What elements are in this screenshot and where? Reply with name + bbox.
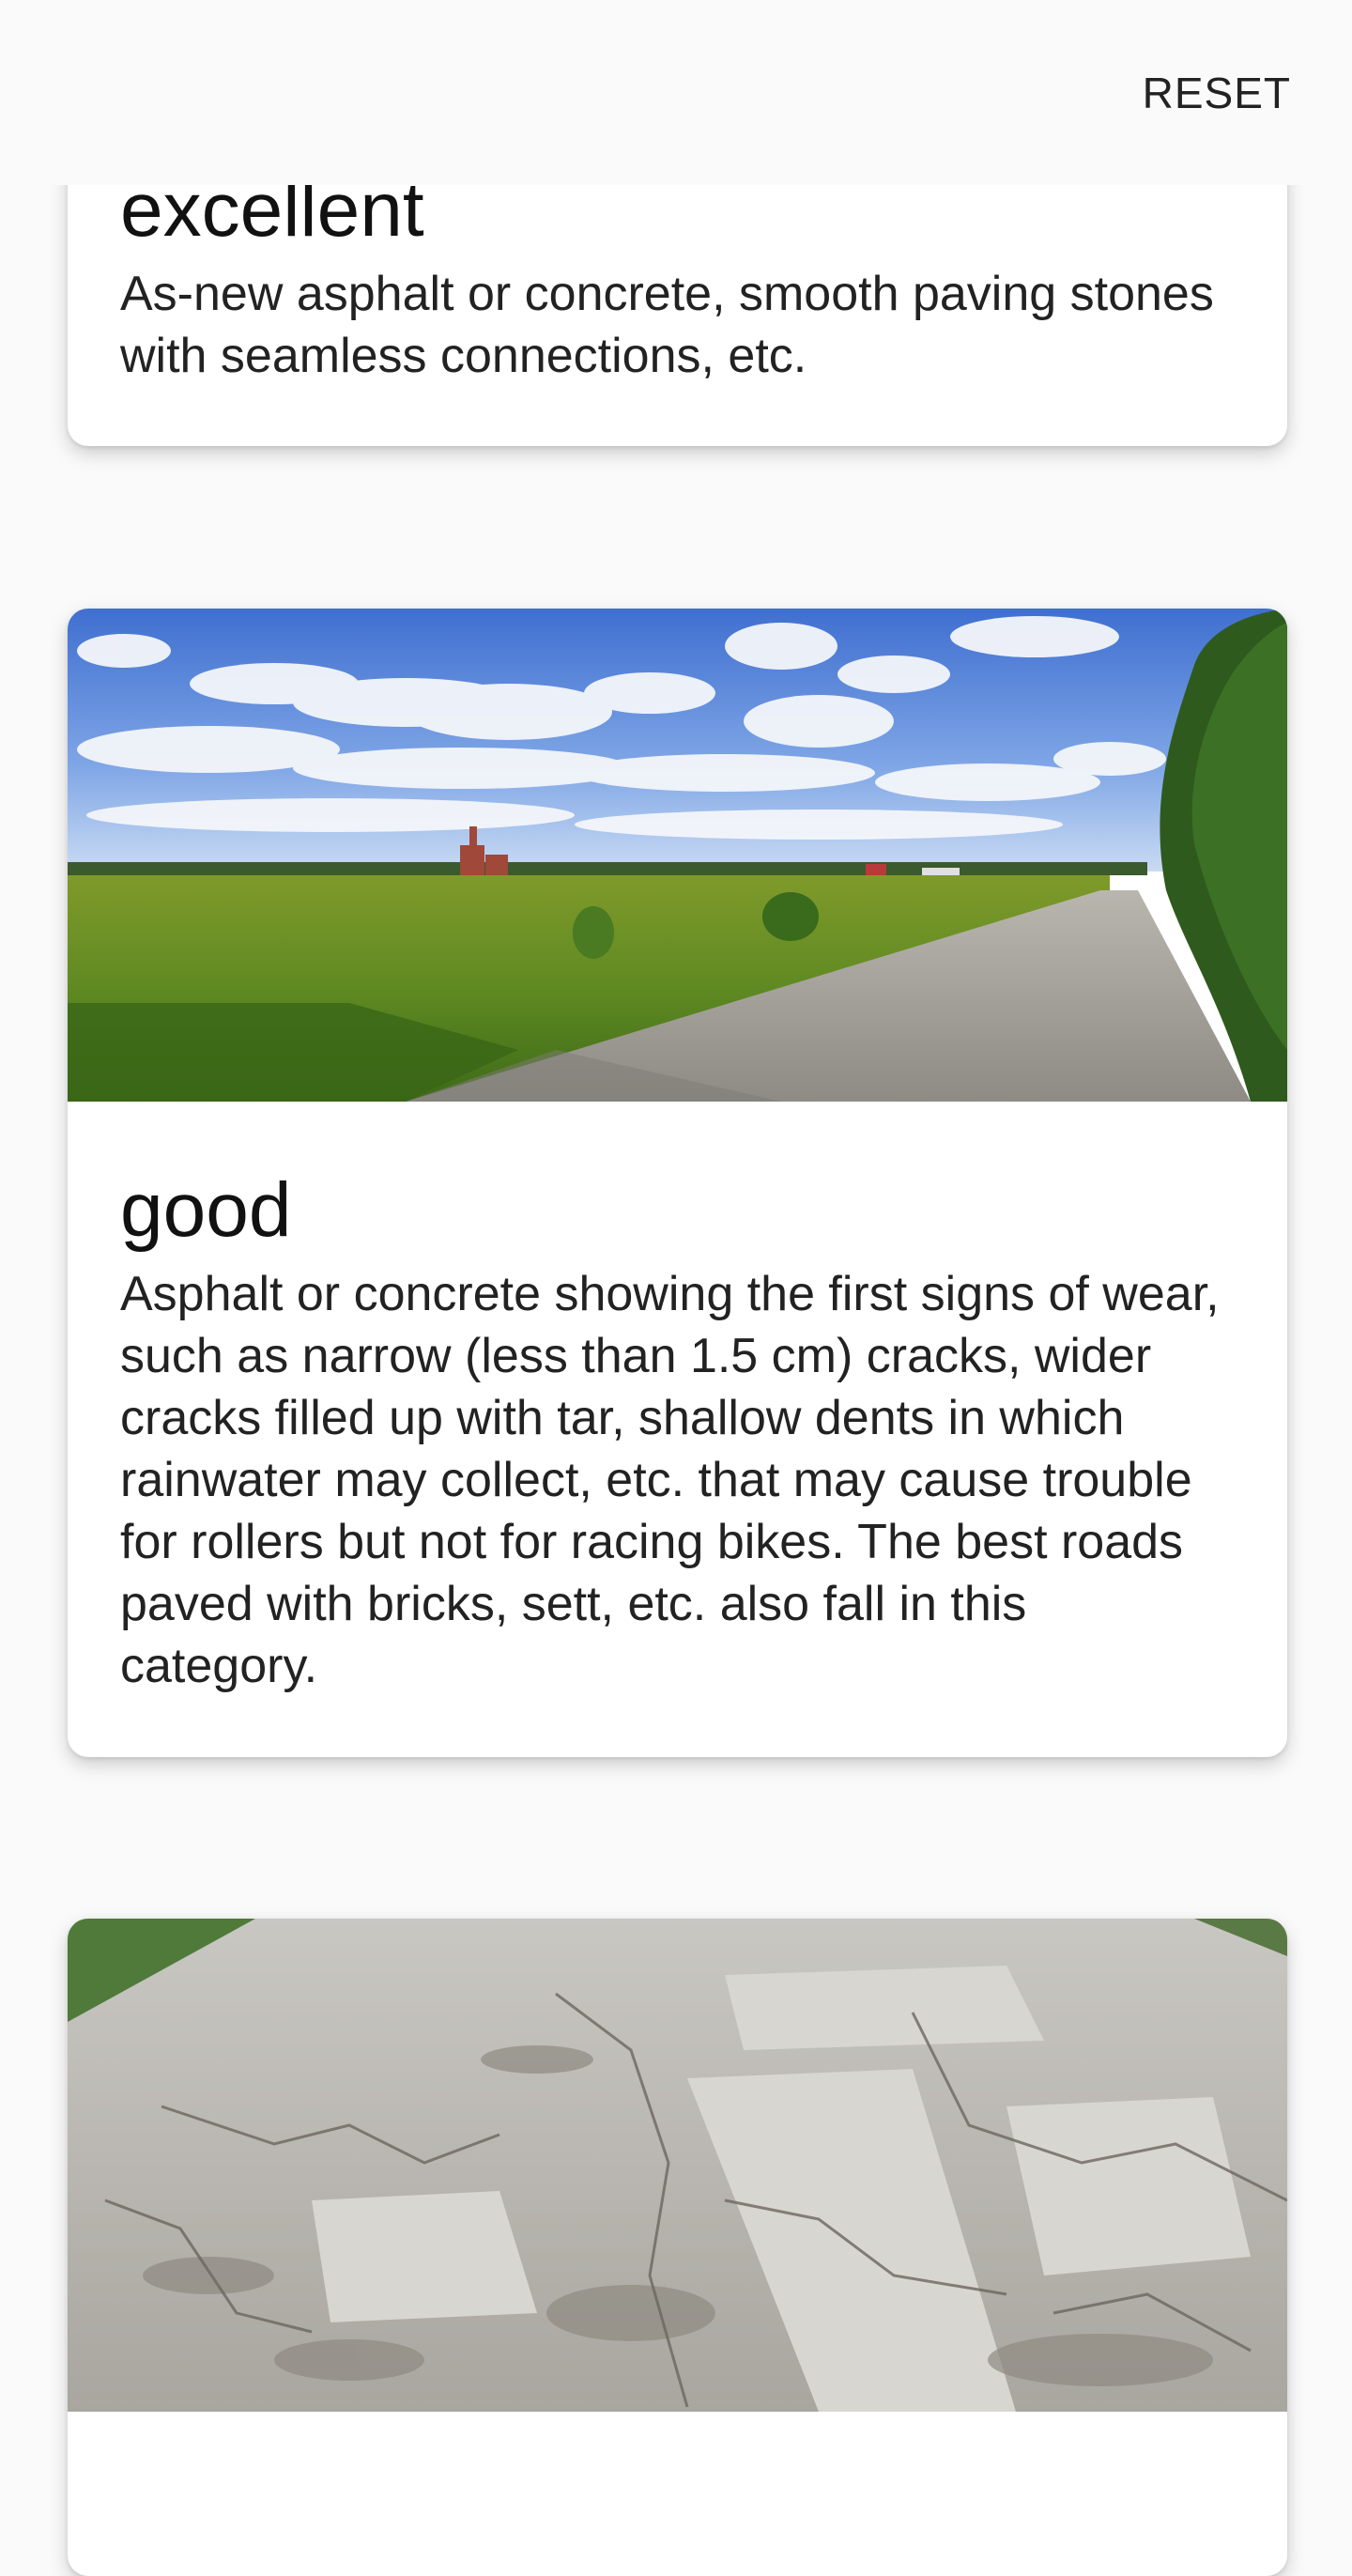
cracked-asphalt-image <box>68 1919 1287 2412</box>
surface-card-next[interactable] <box>68 1919 1287 2576</box>
card-body: excellent As-new asphalt or concrete, sm… <box>68 167 1287 387</box>
road-in-field-photo <box>68 609 1287 1102</box>
surface-card-good[interactable]: good Asphalt or concrete showing the fir… <box>68 609 1287 1757</box>
reset-button[interactable]: RESET <box>1143 68 1291 118</box>
cracked-asphalt-photo <box>68 1919 1287 2412</box>
card-body: good Asphalt or concrete showing the fir… <box>68 1102 1287 1697</box>
card-description: As-new asphalt or concrete, smooth pavin… <box>120 267 1214 383</box>
road-in-field-image <box>68 609 1287 1102</box>
app-bar: RESET <box>0 0 1352 185</box>
card-description: Asphalt or concrete showing the first si… <box>120 1267 1220 1693</box>
card-title: good <box>120 1167 292 1253</box>
